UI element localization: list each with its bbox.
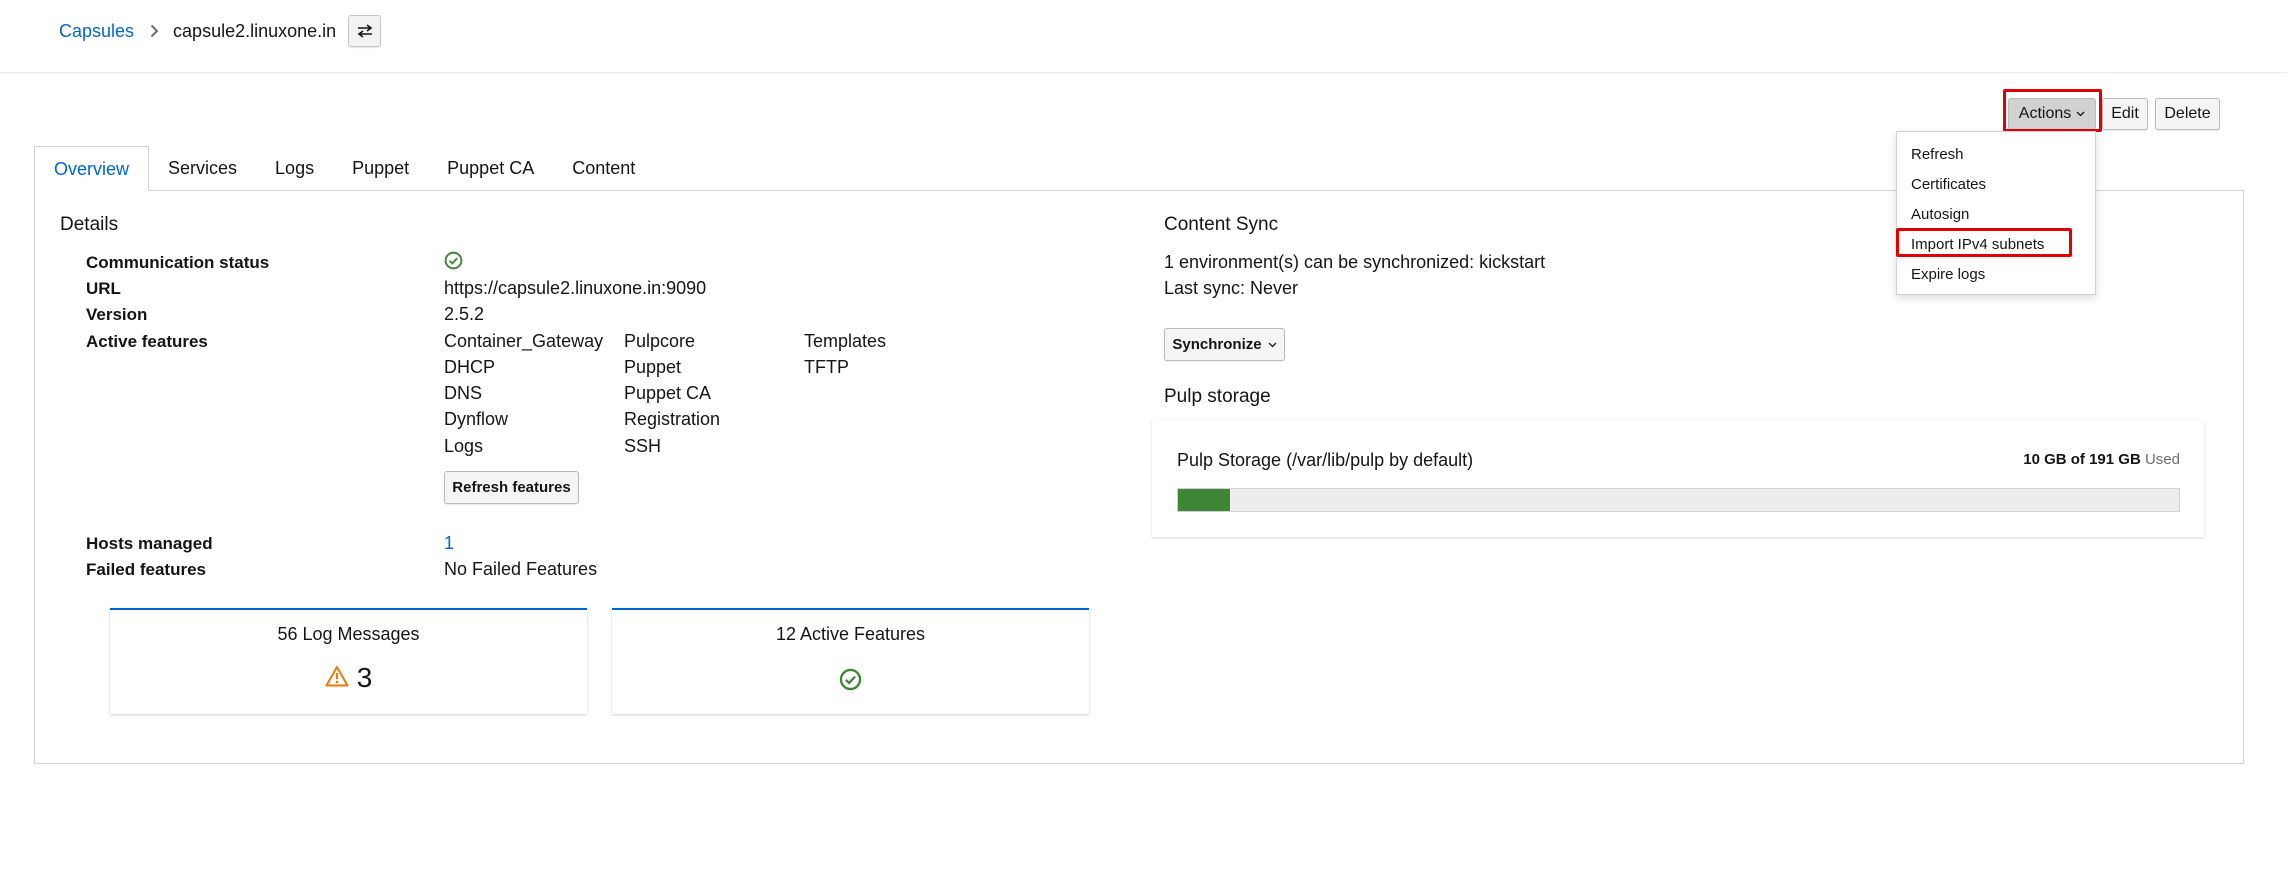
version-value: 2.5.2 [444, 304, 485, 324]
actions-highlight-box [2003, 89, 2102, 132]
url-value: https://capsule2.linuxone.in:9090 [444, 278, 707, 298]
tab-bar: Overview Services Logs Puppet Puppet CA … [34, 146, 654, 191]
log-warning-count: 3 [356, 662, 373, 693]
details-title: Details [60, 214, 119, 235]
check-circle-icon [444, 251, 463, 275]
feature-item: TFTP [804, 357, 849, 377]
content-sync-title: Content Sync [1164, 214, 1279, 235]
breadcrumb: Capsules capsule2.linuxone.in [59, 15, 382, 47]
pulp-storage-progress-bar [1177, 488, 2180, 512]
feature-item: DHCP [444, 357, 496, 377]
breadcrumb-current: capsule2.linuxone.in [173, 20, 337, 41]
log-messages-title: 56 Log Messages [277, 624, 420, 644]
header-divider [0, 72, 2287, 73]
pulp-storage-card: Pulp Storage (/var/lib/pulp by default) … [1152, 420, 2204, 537]
refresh-features-button[interactable]: Refresh features [444, 471, 579, 504]
delete-button[interactable]: Delete [2155, 98, 2220, 130]
synchronize-button[interactable]: Synchronize [1164, 328, 1285, 361]
tab-puppet-ca[interactable]: Puppet CA [428, 146, 553, 191]
feature-item: Puppet CA [624, 383, 712, 403]
tab-logs[interactable]: Logs [256, 146, 333, 191]
menu-item-certificates[interactable]: Certificates [1897, 170, 2095, 200]
active-features-card[interactable]: 12 Active Features [612, 608, 1089, 714]
pulp-storage-usage: 10 GB of 191 GB Used [2023, 451, 2180, 468]
feature-item: Templates [804, 331, 887, 351]
communication-status-label: Communication status [86, 253, 270, 272]
breadcrumb-link-capsules[interactable]: Capsules [59, 21, 134, 42]
feature-item: Container_Gateway [444, 331, 604, 351]
pulp-storage-used-amount: 10 GB of 191 GB [2023, 451, 2141, 468]
menu-item-refresh[interactable]: Refresh [1897, 140, 2095, 170]
content-sync-environments: 1 environment(s) can be synchronized: ki… [1164, 252, 1546, 272]
pulp-storage-title: Pulp storage [1164, 386, 1271, 407]
feature-item: Pulpcore [624, 331, 696, 351]
feature-item: Logs [444, 436, 484, 456]
tab-puppet[interactable]: Puppet [333, 146, 428, 191]
feature-item: SSH [624, 436, 662, 456]
active-features-card-title: 12 Active Features [775, 624, 926, 644]
chevron-right-icon [150, 24, 159, 38]
menu-item-expire-logs[interactable]: Expire logs [1897, 260, 2095, 290]
hosts-managed-link[interactable]: 1 [444, 533, 454, 554]
pulp-storage-progress-fill [1178, 489, 1231, 511]
active-features-label: Active features [86, 332, 208, 351]
tab-overview[interactable]: Overview [34, 146, 150, 191]
pulp-storage-used-word: Used [2144, 451, 2180, 468]
edit-button[interactable]: Edit [2102, 98, 2148, 130]
feature-item: Dynflow [444, 409, 509, 429]
check-circle-icon [839, 668, 862, 696]
failed-features-label: Failed features [86, 560, 206, 579]
pulp-storage-label: Pulp Storage (/var/lib/pulp by default) [1177, 450, 1474, 470]
switch-arrows-icon [357, 24, 373, 38]
url-label: URL [86, 279, 121, 298]
tab-content[interactable]: Content [553, 146, 654, 191]
warning-triangle-icon [325, 665, 349, 692]
synchronize-label: Synchronize [1172, 336, 1262, 353]
actions-dropdown-menu: Refresh Certificates Autosign Import IPv… [1896, 131, 2096, 295]
failed-features-value: No Failed Features [444, 559, 598, 579]
log-messages-card[interactable]: 56 Log Messages 3 [110, 608, 587, 714]
hosts-managed-label: Hosts managed [86, 534, 213, 553]
content-sync-last-sync: Last sync: Never [1164, 278, 1299, 298]
feature-item: DNS [444, 383, 483, 403]
version-label: Version [86, 305, 148, 324]
chevron-down-icon [1268, 342, 1277, 348]
feature-item: Puppet [624, 357, 682, 377]
tab-services[interactable]: Services [149, 146, 256, 191]
import-subnets-highlight-box [1896, 228, 2072, 257]
feature-item: Registration [624, 409, 721, 429]
switch-context-button[interactable] [348, 15, 382, 47]
menu-item-autosign[interactable]: Autosign [1897, 200, 2095, 230]
